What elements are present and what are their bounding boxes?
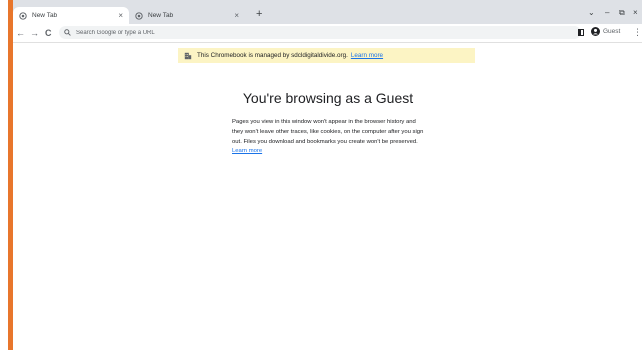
- guest-learn-more-link[interactable]: Learn more: [232, 148, 262, 154]
- profile-button[interactable]: Guest: [591, 27, 620, 36]
- browser-toolbar: ← → C Guest ⋮: [13, 24, 642, 43]
- reload-button[interactable]: C: [45, 27, 52, 39]
- tab-new-tab-1[interactable]: New Tab ×: [13, 7, 129, 24]
- search-icon: [64, 29, 71, 36]
- managed-device-banner: This Chromebook is managed by sdcldigita…: [178, 48, 475, 63]
- omnibox[interactable]: [59, 26, 581, 39]
- page-title: You're browsing as a Guest: [242, 90, 414, 106]
- tab-close-icon[interactable]: ×: [234, 11, 239, 20]
- profile-icon: [591, 27, 600, 36]
- chrome-globe-icon: [19, 11, 27, 20]
- search-tabs-button[interactable]: ⌄: [588, 8, 595, 18]
- shelf-accent-bar: [8, 0, 13, 350]
- building-icon: [184, 52, 192, 60]
- tab-title: New Tab: [148, 12, 174, 19]
- maximize-button[interactable]: ⧉: [619, 8, 625, 18]
- tab-title: New Tab: [32, 12, 58, 19]
- new-tab-button[interactable]: +: [256, 8, 262, 20]
- chrome-globe-icon: [135, 11, 143, 20]
- back-button[interactable]: ←: [16, 27, 25, 39]
- forward-button[interactable]: →: [30, 27, 39, 39]
- managed-learn-more-link[interactable]: Learn more: [351, 52, 383, 59]
- minimize-button[interactable]: –: [605, 8, 609, 18]
- omnibox-input[interactable]: [76, 29, 376, 36]
- guest-description-text: Pages you view in this window won't appe…: [232, 119, 424, 145]
- tab-new-tab-2[interactable]: New Tab ×: [129, 7, 245, 24]
- more-menu-icon[interactable]: ⋮: [633, 26, 642, 38]
- managed-banner-text: This Chromebook is managed by sdcldigita…: [197, 52, 348, 59]
- close-window-button[interactable]: ×: [633, 8, 638, 18]
- tab-close-icon[interactable]: ×: [118, 11, 123, 20]
- guest-description: Pages you view in this window won't appe…: [232, 118, 428, 157]
- tab-strip: New Tab × New Tab × + ⌄ – ⧉ ×: [13, 0, 642, 24]
- side-panel-icon[interactable]: [578, 29, 584, 36]
- profile-label: Guest: [603, 28, 621, 35]
